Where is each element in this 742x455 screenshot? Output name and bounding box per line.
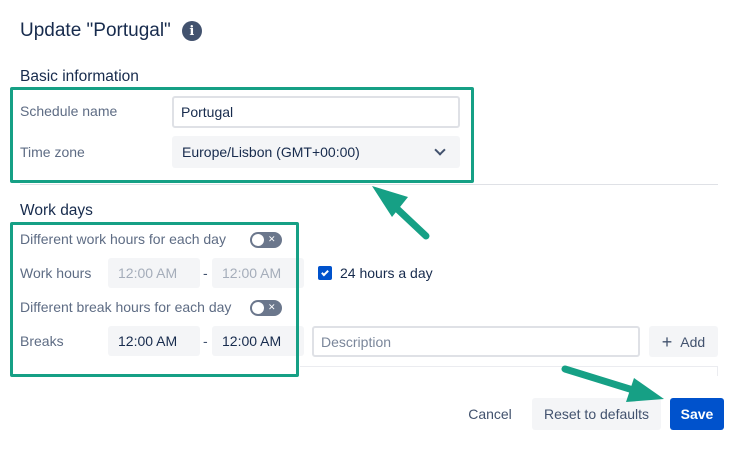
chevron-down-icon bbox=[434, 144, 446, 156]
save-button[interactable]: Save bbox=[670, 398, 724, 430]
work-hours-separator: - bbox=[203, 265, 208, 281]
work-hours-end-value: 12:00 AM bbox=[222, 265, 282, 281]
toggle-knob bbox=[252, 302, 264, 314]
section-divider bbox=[20, 184, 718, 185]
work-hours-start-input[interactable]: 12:00 AM bbox=[108, 258, 200, 288]
info-icon[interactable]: i bbox=[181, 21, 202, 41]
description-input[interactable]: Description bbox=[312, 326, 640, 357]
time-zone-select[interactable]: Europe/Lisbon (GMT+00:00) bbox=[172, 136, 460, 168]
cancel-button[interactable]: Cancel bbox=[460, 398, 520, 430]
different-break-hours-toggle[interactable]: ✕ bbox=[250, 300, 282, 316]
work-days-heading: Work days bbox=[20, 202, 93, 219]
add-label: Add bbox=[680, 333, 706, 350]
time-zone-value: Europe/Lisbon (GMT+00:00) bbox=[182, 144, 360, 160]
toggle-knob bbox=[252, 234, 264, 246]
breaks-start-value: 12:00 AM bbox=[118, 333, 178, 349]
break-list-edge bbox=[300, 366, 718, 376]
work-hours-label: Work hours bbox=[20, 265, 92, 281]
arrow-to-basic-info bbox=[388, 200, 430, 240]
work-hours-start-value: 12:00 AM bbox=[118, 265, 178, 281]
schedule-name-input[interactable]: Portugal bbox=[172, 96, 460, 128]
description-placeholder: Description bbox=[321, 333, 392, 350]
work-hours-end-input[interactable]: 12:00 AM bbox=[212, 258, 304, 288]
plus-icon: + bbox=[661, 331, 673, 352]
all-day-label: 24 hours a day bbox=[340, 265, 433, 281]
arrow-head-basic-info bbox=[372, 186, 408, 217]
schedule-name-value: Portugal bbox=[181, 104, 234, 120]
different-work-hours-label: Different work hours for each day bbox=[20, 231, 226, 247]
reset-to-defaults-button[interactable]: Reset to defaults bbox=[532, 398, 661, 430]
breaks-end-input[interactable]: 12:00 AM bbox=[212, 326, 304, 356]
basic-information-heading: Basic information bbox=[20, 68, 139, 85]
schedule-name-label: Schedule name bbox=[20, 103, 118, 119]
breaks-start-input[interactable]: 12:00 AM bbox=[108, 326, 200, 356]
dialog-title: Update "Portugal" i bbox=[20, 20, 202, 42]
breaks-separator: - bbox=[203, 333, 208, 349]
all-day-checkbox[interactable] bbox=[318, 266, 332, 280]
breaks-end-value: 12:00 AM bbox=[222, 333, 282, 349]
different-work-hours-toggle[interactable]: ✕ bbox=[250, 232, 282, 248]
add-break-button[interactable]: + Add bbox=[649, 326, 718, 357]
dialog-title-text: Update "Portugal" bbox=[20, 20, 171, 41]
close-icon: ✕ bbox=[268, 235, 276, 245]
time-zone-label: Time zone bbox=[20, 144, 85, 160]
breaks-label: Breaks bbox=[20, 333, 64, 349]
check-icon bbox=[321, 268, 329, 276]
different-break-hours-label: Different break hours for each day bbox=[20, 299, 232, 315]
close-icon: ✕ bbox=[268, 303, 276, 313]
